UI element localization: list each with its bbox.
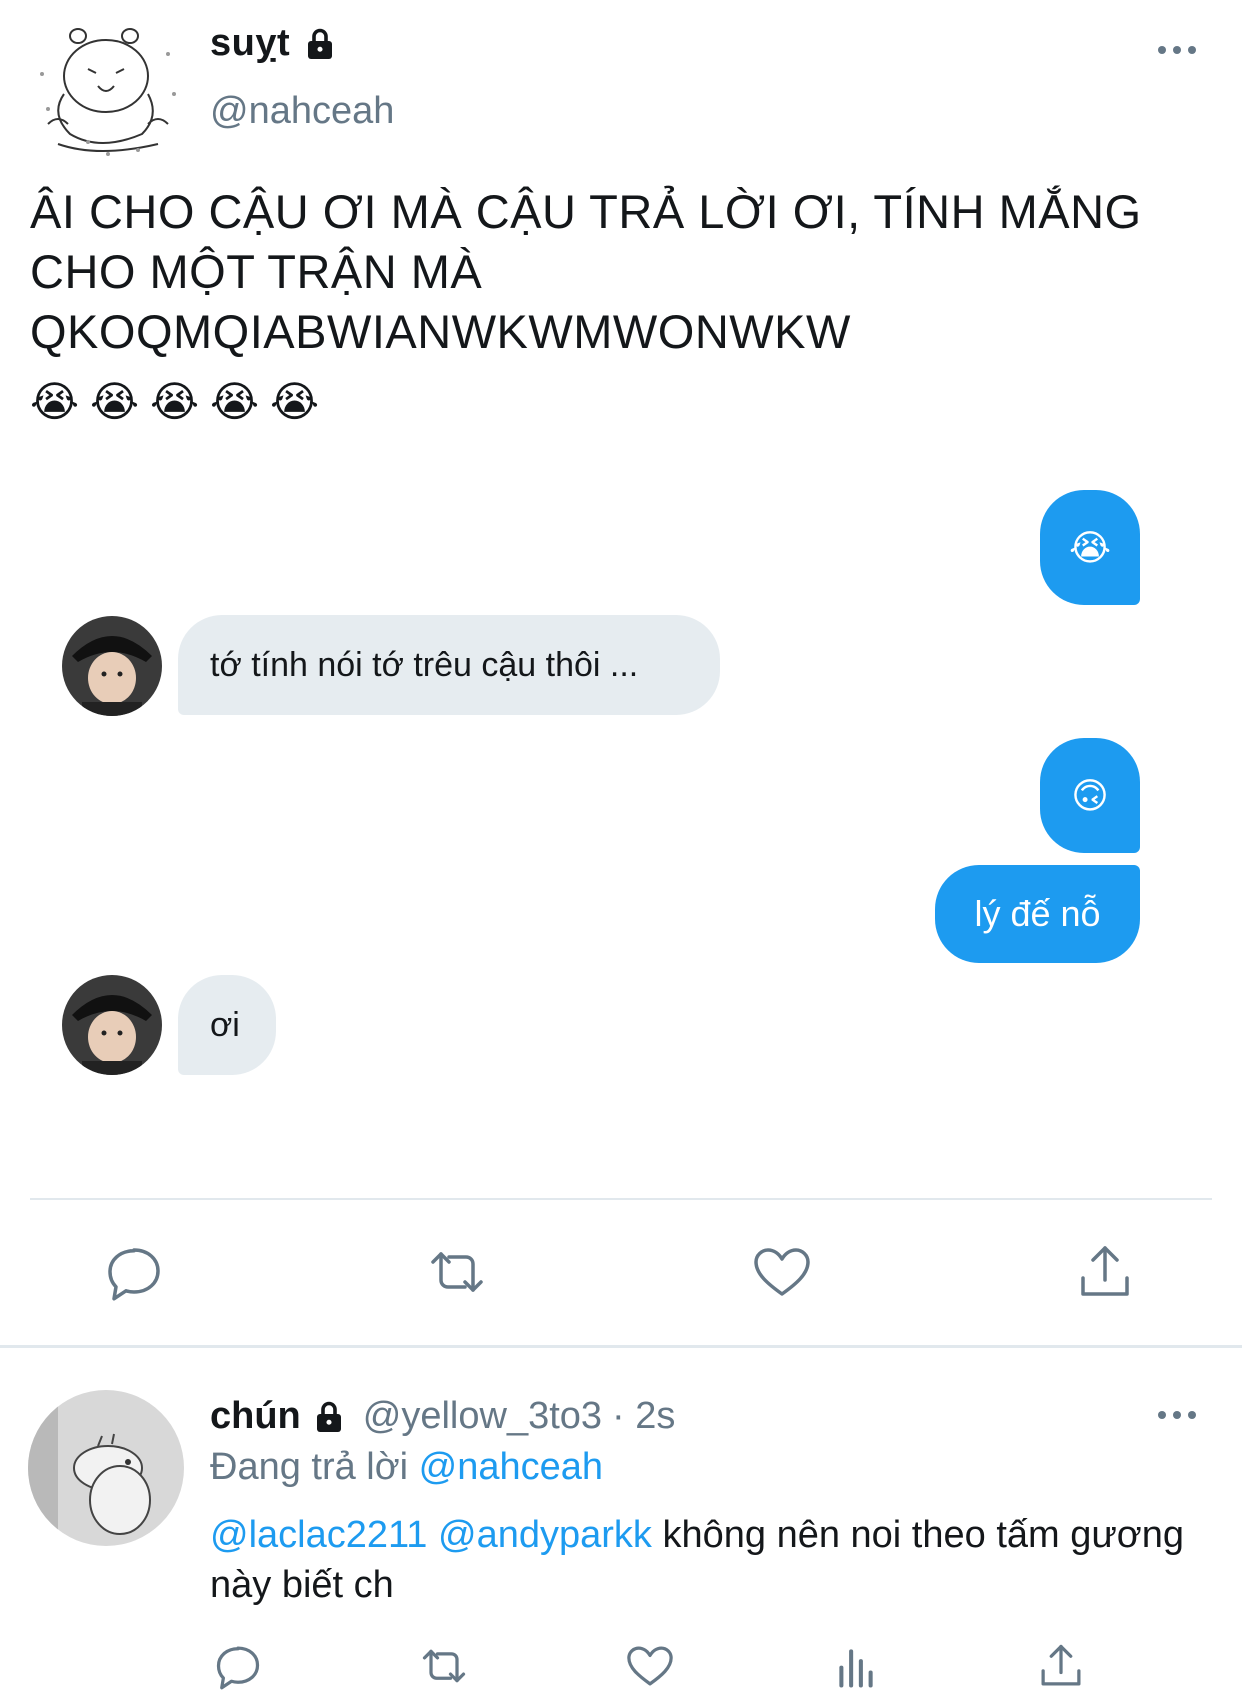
chat-bubble-sent: 😭 — [1040, 490, 1140, 605]
reply-text: @laclac2211 @andyparkk không nên noi the… — [210, 1510, 1210, 1610]
mention-link[interactable]: @andyparkk — [438, 1514, 652, 1556]
replying-to-line: Đang trả lời @nahceah — [210, 1446, 603, 1489]
replying-label: Đang trả lời — [210, 1446, 409, 1488]
chat-message-text: 🙃 — [1071, 774, 1109, 816]
author-name-text: suỵt — [210, 22, 291, 64]
divider — [0, 1345, 1242, 1348]
crying-emoji: 😭 — [30, 378, 80, 425]
share-icon[interactable] — [1035, 1640, 1087, 1692]
retweet-icon[interactable] — [425, 1240, 489, 1304]
author-avatar[interactable] — [28, 14, 188, 164]
emoji-row: 😭 😭 😭 😭 😭 — [30, 378, 320, 426]
chat-message-text: 😭 — [1068, 526, 1112, 568]
share-icon[interactable] — [1073, 1240, 1137, 1304]
chat-message-text: tớ tính nói tớ trêu cậu thôi ... — [210, 645, 639, 684]
retweet-icon[interactable] — [418, 1640, 470, 1692]
like-icon[interactable] — [624, 1640, 676, 1692]
crying-emoji: 😭 — [90, 378, 140, 425]
analytics-icon[interactable] — [830, 1640, 882, 1692]
like-icon[interactable] — [750, 1240, 814, 1304]
reply-author-name[interactable]: chún — [210, 1395, 301, 1438]
lock-icon — [316, 1401, 341, 1432]
more-options-icon[interactable] — [1155, 1405, 1199, 1425]
crying-emoji: 😭 — [210, 378, 260, 425]
chat-bubble-received: ơi — [178, 975, 276, 1075]
chat-bubble-received: tớ tính nói tớ trêu cậu thôi ... — [178, 615, 720, 715]
crying-emoji: 😭 — [150, 378, 200, 425]
reply-timestamp: · 2s — [612, 1395, 676, 1437]
reply-header: chún @yellow_3to3 · 2s — [210, 1395, 675, 1438]
author-handle[interactable]: @nahceah — [210, 90, 394, 133]
chat-avatar — [62, 616, 162, 716]
reply-author-handle[interactable]: @yellow_3to3 — [363, 1395, 602, 1438]
mention-link[interactable]: @laclac2211 — [210, 1514, 427, 1556]
chat-message-text: ơi — [210, 1005, 240, 1044]
reply-icon[interactable] — [102, 1240, 166, 1304]
crying-emoji: 😭 — [270, 378, 320, 425]
reply-avatar[interactable] — [28, 1390, 184, 1546]
more-options-icon[interactable] — [1155, 40, 1199, 60]
replying-to-mention[interactable]: @nahceah — [419, 1446, 603, 1488]
chat-avatar — [62, 975, 162, 1075]
chat-bubble-sent: lý đế nỗ — [935, 865, 1140, 963]
divider — [30, 1198, 1212, 1200]
author-name[interactable]: suỵt — [210, 22, 338, 65]
lock-icon — [308, 28, 333, 59]
chat-message-text: lý đế nỗ — [974, 893, 1101, 934]
tweet-text: ÂI CHO CẬU ƠI MÀ CẬU TRẢ LỜI ƠI, TÍNH MẮ… — [30, 185, 1142, 358]
reply-icon[interactable] — [212, 1640, 264, 1692]
chat-bubble-sent: 🙃 — [1040, 738, 1140, 853]
